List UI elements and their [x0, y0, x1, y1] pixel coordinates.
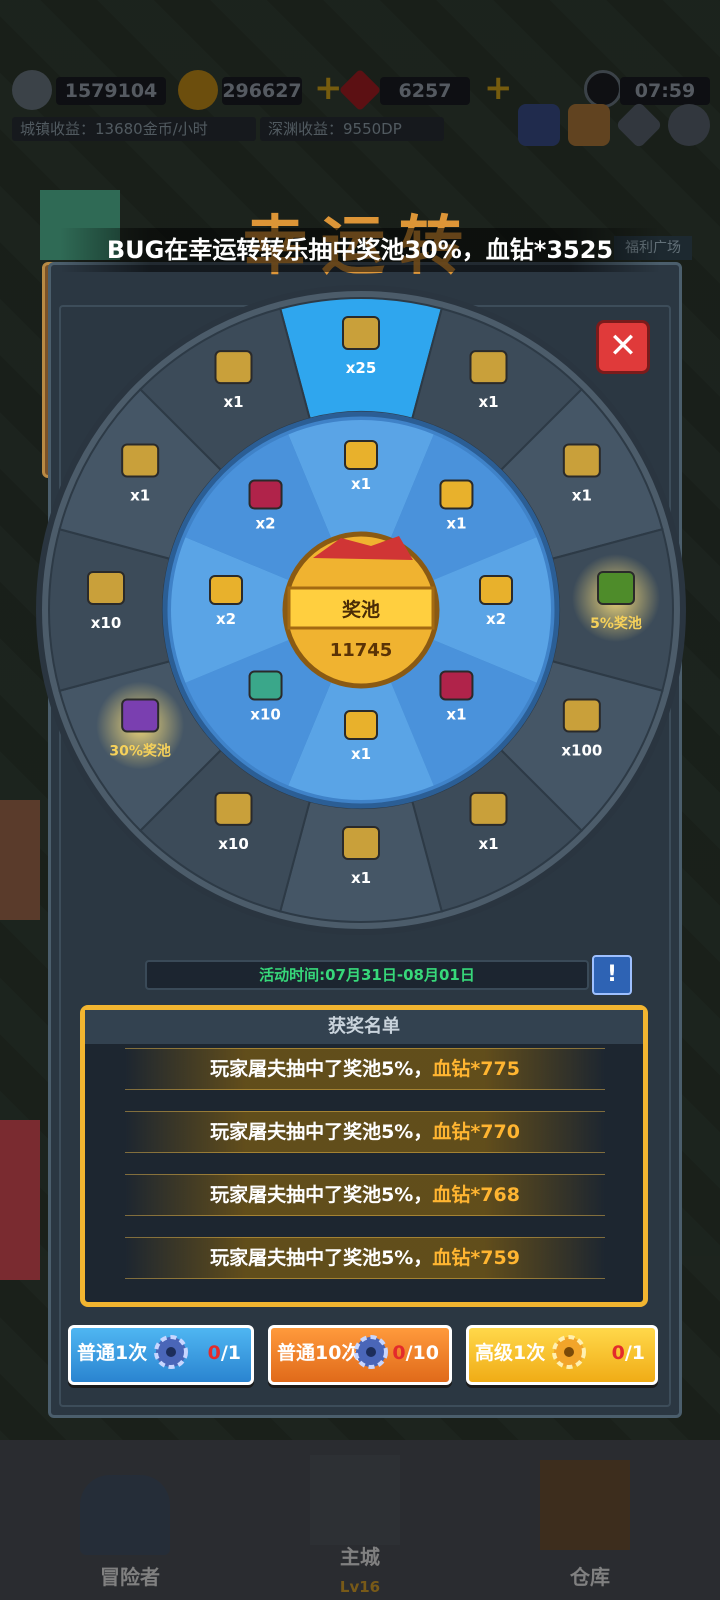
draw-normal-10-count: 0/10: [392, 1342, 439, 1364]
red-envelope-icon: [439, 670, 474, 701]
winner-row: 玩家屠夫抽中了奖池5%，血钻*759: [125, 1237, 605, 1279]
draw-premium-1-label: 高级1次: [475, 1342, 546, 1364]
gold-ticket-icon: [342, 826, 380, 860]
paper-scroll-icon: [87, 571, 125, 605]
add-gems-icon[interactable]: +: [484, 71, 514, 105]
character-icon[interactable]: [518, 104, 560, 146]
pet-icon[interactable]: [568, 104, 610, 146]
green-envelope-icon: [248, 670, 283, 701]
gold-gear-icon: [214, 350, 253, 385]
winner-row: 玩家屠夫抽中了奖池5%，血钻*768: [125, 1174, 605, 1216]
draw-premium-1-count: 0/1: [611, 1342, 645, 1364]
outer-prize-label: 30%奖池: [109, 743, 171, 760]
winner-row: 玩家屠夫抽中了奖池5%，血钻*775: [125, 1048, 605, 1090]
winner-row: 玩家屠夫抽中了奖池5%，血钻*770: [125, 1111, 605, 1153]
gold-coin-icon: [178, 70, 218, 110]
rainbow-orb-icon: [562, 698, 601, 733]
blue-gem-icon: [469, 350, 508, 385]
pool-label: 奖池: [342, 598, 380, 621]
outer-prize-label: x1: [223, 393, 243, 411]
outer-prize-label: x1: [572, 487, 592, 505]
gold-gear-icon: [552, 1335, 586, 1369]
main-city-level: Lv16: [339, 1578, 381, 1596]
blue-gear-icon: [154, 1335, 188, 1369]
draw-normal-1-count: 0/1: [207, 1342, 241, 1364]
winners-title: 获奖名单: [85, 1010, 643, 1044]
abyss-income: 深渊收益：9550DP: [260, 117, 444, 141]
info-button[interactable]: !: [592, 955, 632, 995]
outer-prize-label: x1: [130, 487, 150, 505]
nav-adventurer-label: 冒险者: [100, 1565, 160, 1589]
power-value: 1579104: [56, 77, 166, 105]
red-envelope-icon: [248, 479, 283, 510]
nav-main-city-label: 主城: [340, 1545, 380, 1569]
inner-prize-label: x2: [486, 610, 506, 628]
close-icon: ✕: [608, 326, 638, 366]
outer-prize-label: x1: [478, 835, 498, 853]
potion-icon: [214, 791, 253, 826]
inner-prize-label: x1: [351, 745, 371, 763]
event-time-bar: 活动时间:07月31日-08月01日: [145, 960, 589, 990]
town-income: 城镇收益：13680金币/小时: [12, 117, 256, 141]
helmet-icon: [80, 1475, 170, 1555]
draw-normal-10-label: 普通10次: [277, 1342, 361, 1364]
nav-main-city[interactable]: 主城 Lv16: [270, 1455, 450, 1600]
outer-prize-label: x100: [561, 742, 602, 760]
settings-gear-icon[interactable]: [668, 104, 710, 146]
dark-crystal-icon: [562, 443, 601, 478]
draw-normal-1-label: 普通1次: [77, 1342, 148, 1364]
gold-value: 296627: [222, 77, 302, 105]
red-gem-icon: [338, 68, 382, 112]
outer-prize-label: x1: [351, 869, 371, 887]
gold-boot-icon: [344, 440, 378, 470]
outer-prize-label: x10: [91, 614, 122, 632]
inner-prize-label: x10: [250, 705, 281, 723]
tag-icon: [121, 443, 160, 478]
nav-warehouse[interactable]: 仓库: [500, 1455, 680, 1600]
outer-prize-label: x10: [218, 835, 249, 853]
outer-prize-label: x1: [478, 393, 498, 411]
lucky-wheel[interactable]: x25 x1 x1 5%奖池 x100 x1 x1 x10 30%奖池 x10 x1 x1 x1 x1 x2…: [34, 283, 688, 937]
clock-icon: [584, 70, 622, 108]
purple-chest-icon: [121, 698, 160, 733]
gold-medal-icon: [344, 710, 378, 740]
potion-bag-icon: [439, 479, 474, 510]
inner-prize-label: x2: [216, 610, 236, 628]
draw-normal-1-button[interactable]: 普通1次 0/1: [68, 1325, 254, 1385]
outer-prize-label: 5%奖池: [590, 615, 642, 632]
draw-normal-10-button[interactable]: 普通10次 0/10: [268, 1325, 452, 1385]
power-icon: [12, 70, 52, 110]
draw-premium-1-button[interactable]: 高级1次 0/1: [466, 1325, 658, 1385]
background-building: [0, 1120, 40, 1280]
blue-gear-icon: [354, 1335, 388, 1369]
inner-prize-label: x1: [446, 705, 466, 723]
inner-prize-label: x2: [255, 515, 275, 533]
green-chest-icon: [597, 571, 635, 605]
gems-value: 6257: [380, 77, 470, 105]
gold-boot-icon: [479, 575, 513, 605]
box-icon: [342, 316, 380, 350]
gold-medal-icon: [209, 575, 243, 605]
outer-prize-label: x25: [346, 359, 377, 377]
castle-icon: [310, 1455, 400, 1545]
broadcast-marquee: BUG在幸运转转乐抽中奖池30%，血钻*3525: [60, 228, 660, 272]
winners-list: 获奖名单 玩家屠夫抽中了奖池5%，血钻*775 玩家屠夫抽中了奖池5%，血钻*7…: [80, 1005, 648, 1307]
inner-prize-label: x1: [446, 515, 466, 533]
nav-warehouse-label: 仓库: [570, 1565, 610, 1589]
nav-adventurer[interactable]: 冒险者: [40, 1455, 220, 1600]
scroll-bundle-icon: [469, 791, 508, 826]
top-resource-bar: 1579104 296627 + 6257 + 07:59: [0, 60, 720, 120]
pool-value: 11745: [330, 640, 393, 661]
close-button[interactable]: ✕: [596, 320, 650, 374]
inner-prize-label: x1: [351, 475, 371, 493]
time-value: 07:59: [620, 77, 710, 105]
warehouse-icon: [540, 1460, 630, 1550]
